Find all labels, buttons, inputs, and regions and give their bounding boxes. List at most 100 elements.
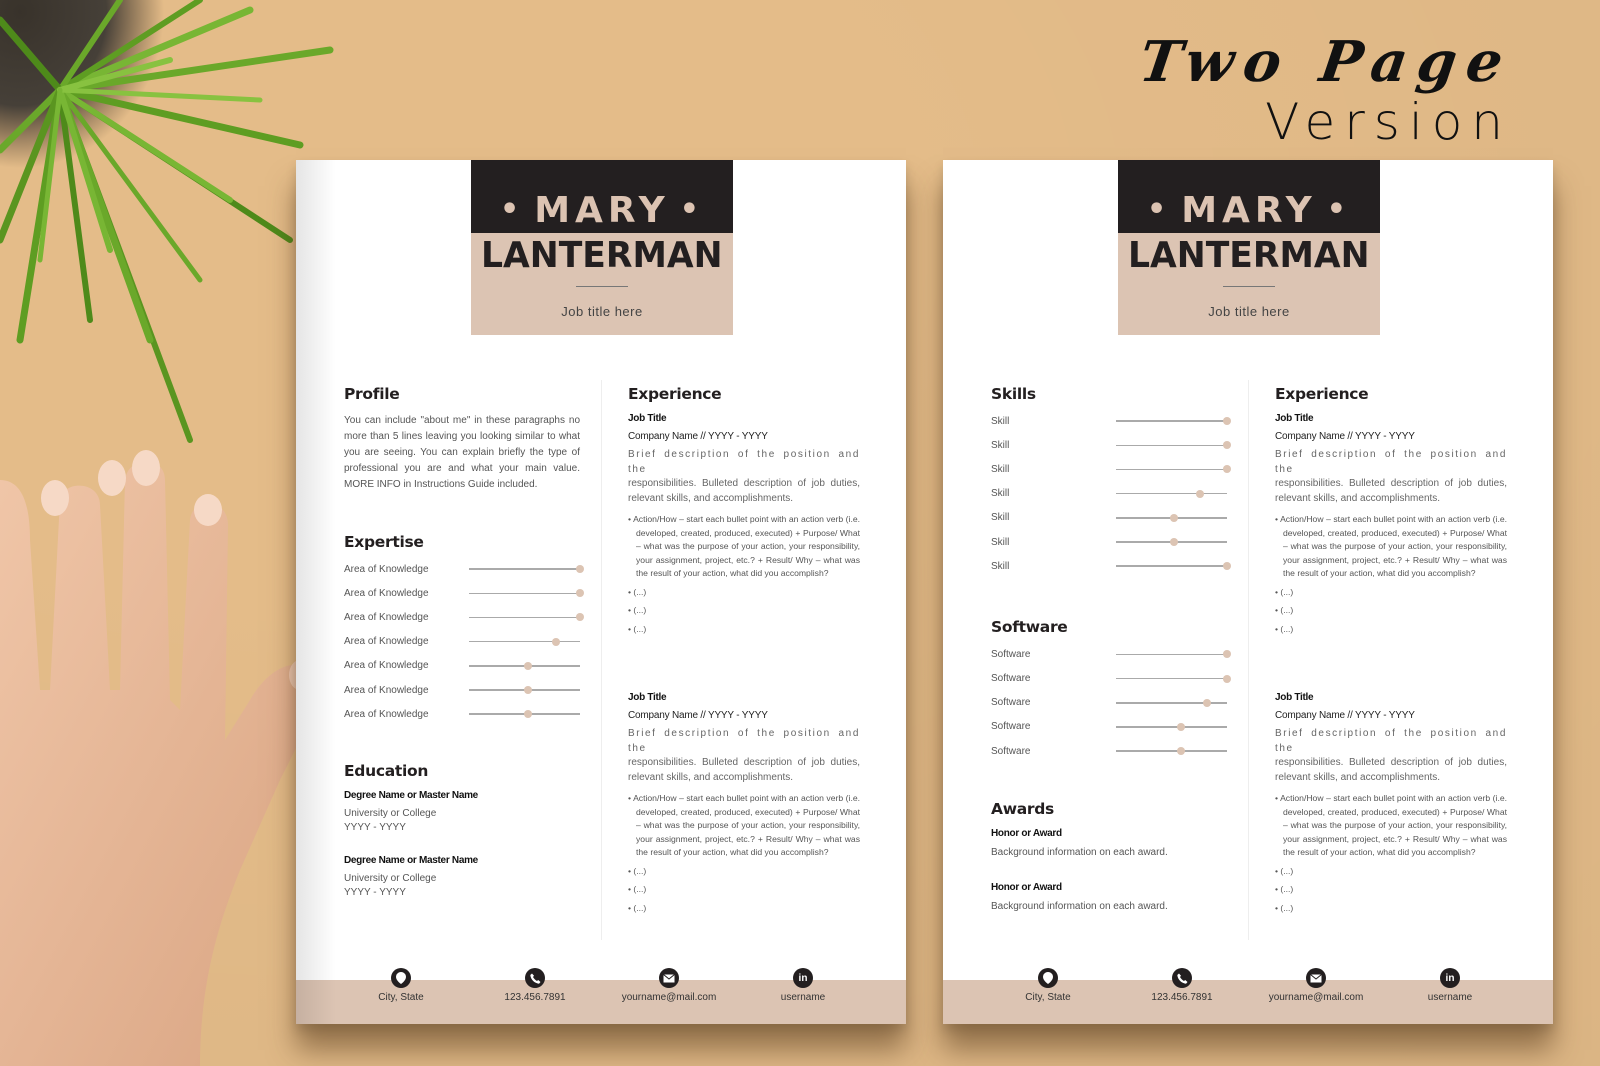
job-bullet: • (...) <box>628 605 647 615</box>
rating-knob <box>1223 441 1231 450</box>
job-entry-title: Job Title <box>628 413 667 424</box>
right-column: Experience Job Title Company Name // YYY… <box>628 385 860 915</box>
job-description: Brief description of the position and th… <box>1275 449 1507 504</box>
contact-footer: City, State 123.456.7891 yourname@mail.c… <box>943 968 1553 1024</box>
rating-row: Area of Knowledge <box>344 654 580 678</box>
rating-track <box>1116 489 1227 498</box>
software-heading: Software <box>991 618 1068 637</box>
mail-icon <box>659 968 679 988</box>
job-description: Brief description of the position and th… <box>628 728 860 783</box>
education-item: Degree Name or Master Name University or… <box>344 790 580 833</box>
job-description: Brief description of the position and th… <box>1275 728 1507 783</box>
job-bullet: • (...) <box>1275 884 1294 894</box>
phone-icon <box>525 968 545 988</box>
rating-label: Area of Knowledge <box>344 684 429 696</box>
right-column: Experience Job Title Company Name // YYY… <box>1275 385 1507 915</box>
job-bullet: • (...) <box>628 865 647 876</box>
job-entry: Job Title Company Name // YYYY - YYYY Br… <box>628 692 860 915</box>
last-name: LANTERMAN <box>481 235 723 276</box>
rating-row: Skill <box>991 506 1227 530</box>
rating-track <box>469 613 584 622</box>
rating-label: Skill <box>991 439 1010 451</box>
rating-label: Skill <box>991 512 1010 524</box>
rating-knob <box>1177 747 1186 756</box>
expertise-list: Area of Knowledge Area of Knowledge Area o… <box>344 557 584 726</box>
column-divider <box>601 380 602 940</box>
rating-label: Software <box>991 648 1031 660</box>
left-column: Profile You can include "about me" in th… <box>344 385 584 898</box>
job-bullet: • (...) <box>1275 623 1294 634</box>
rating-knob <box>576 589 584 598</box>
rating-label: Area of Knowledge <box>344 660 429 672</box>
contact-linkedin: in username <box>733 968 873 1003</box>
rating-row: Area of Knowledge <box>344 581 584 605</box>
contact-linkedin: in username <box>1380 968 1520 1003</box>
rating-label: Skill <box>991 415 1010 427</box>
job-bullet: • Action/How – start each bullet point w… <box>628 793 860 857</box>
rating-label: Area of Knowledge <box>344 587 429 599</box>
profile-heading: Profile <box>344 385 400 403</box>
rating-knob <box>523 710 532 719</box>
mail-icon <box>1306 968 1326 988</box>
contact-email: yourname@mail.com <box>1246 968 1386 1003</box>
rating-knob <box>1169 538 1178 547</box>
rating-row: Skill <box>991 482 1227 506</box>
rating-track <box>1116 674 1231 683</box>
job-bullet: • (...) <box>1275 865 1294 876</box>
hand-decoration <box>0 450 318 1066</box>
software-section: Software Software Software Software Softwar… <box>991 618 1231 763</box>
contact-location: City, State <box>978 968 1118 1003</box>
job-description: Brief description of the position and th… <box>628 449 860 504</box>
rating-knob <box>576 613 584 622</box>
rating-knob <box>1223 674 1231 683</box>
award-description: Background information on each award. <box>991 901 1168 913</box>
rating-track <box>1116 562 1231 571</box>
rating-knob <box>1196 489 1205 498</box>
rating-label: Skill <box>991 488 1010 500</box>
job-bullet: • (...) <box>1275 902 1294 913</box>
plant-decoration <box>0 0 334 443</box>
resume-page-2: • MARY • LANTERMAN Job title here Skills S… <box>943 160 1553 1024</box>
rating-label: Skill <box>991 536 1010 548</box>
education-item: Degree Name or Master Name University or… <box>344 855 580 898</box>
headline-version: Version <box>1265 93 1512 151</box>
job-entry: Job Title Company Name // YYYY - YYYY Br… <box>1275 692 1507 915</box>
rating-row: Area of Knowledge <box>344 630 580 654</box>
job-bullet: • (...) <box>1275 605 1294 615</box>
location-pin-icon <box>391 968 411 988</box>
job-title: Job title here <box>1208 304 1290 319</box>
rating-row: Skill <box>991 530 1227 554</box>
rating-label: Software <box>991 673 1031 685</box>
rating-track <box>1116 698 1227 707</box>
award-title: Honor or Award <box>991 882 1062 894</box>
experience-heading: Experience <box>628 385 722 403</box>
rating-knob <box>1223 417 1231 426</box>
contact-location: City, State <box>331 968 471 1003</box>
skills-section: Skills Skill Skill Skill Skill Skill Skill Ski… <box>991 385 1231 578</box>
rating-knob <box>551 637 560 646</box>
skills-list: Skill Skill Skill Skill Skill Skill Skill <box>991 409 1231 578</box>
name-divider <box>576 286 628 287</box>
job-bullet: • Action/How – start each bullet point w… <box>628 514 860 578</box>
rating-label: Area of Knowledge <box>344 611 429 623</box>
name-divider <box>1223 286 1275 287</box>
award-description: Background information on each award. <box>991 847 1168 859</box>
rating-track <box>469 686 580 695</box>
rating-row: Area of Knowledge <box>344 678 580 702</box>
rating-track <box>469 565 584 574</box>
first-name: • MARY • <box>1147 190 1351 231</box>
first-name: • MARY • <box>500 190 704 231</box>
rating-label: Area of Knowledge <box>344 636 429 648</box>
rating-label: Area of Knowledge <box>344 708 429 720</box>
rating-knob <box>1203 698 1212 707</box>
rating-row: Area of Knowledge <box>344 557 584 581</box>
rating-row: Area of Knowledge <box>344 605 584 629</box>
job-bullet: • (...) <box>628 884 647 894</box>
rating-label: Software <box>991 745 1031 757</box>
location-pin-icon <box>1038 968 1058 988</box>
linkedin-icon: in <box>793 968 813 988</box>
profile-text: You can include "about me" in these para… <box>344 415 580 490</box>
degree-name: Degree Name or Master Name <box>344 855 478 867</box>
rating-row: Skill <box>991 554 1231 578</box>
rating-label: Area of Knowledge <box>344 563 429 575</box>
